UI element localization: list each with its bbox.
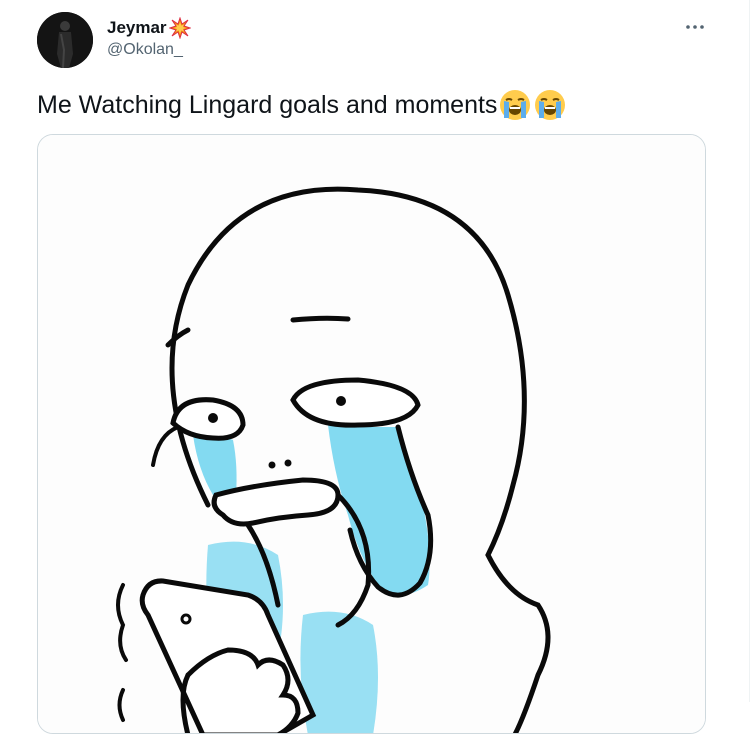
tweet-media-image[interactable] bbox=[37, 134, 706, 734]
collision-icon bbox=[167, 16, 192, 40]
author-handle[interactable]: @Okolan_ bbox=[107, 41, 183, 59]
author-display-name[interactable]: Jeymar bbox=[107, 18, 167, 38]
tweet-text-content: Me Watching Lingard goals and moments bbox=[37, 90, 498, 119]
loudly-crying-face-icon bbox=[498, 88, 532, 122]
crying-meme-drawing bbox=[38, 135, 705, 733]
loudly-crying-face-icon bbox=[533, 88, 567, 122]
more-options-icon[interactable] bbox=[682, 18, 708, 36]
tweet: Jeymar @Okolan_ Me Watching Lingard goal… bbox=[0, 0, 750, 734]
tweet-text: Me Watching Lingard goals and moments bbox=[37, 88, 567, 122]
author-name-row[interactable]: Jeymar bbox=[107, 16, 192, 40]
avatar[interactable] bbox=[37, 12, 93, 68]
